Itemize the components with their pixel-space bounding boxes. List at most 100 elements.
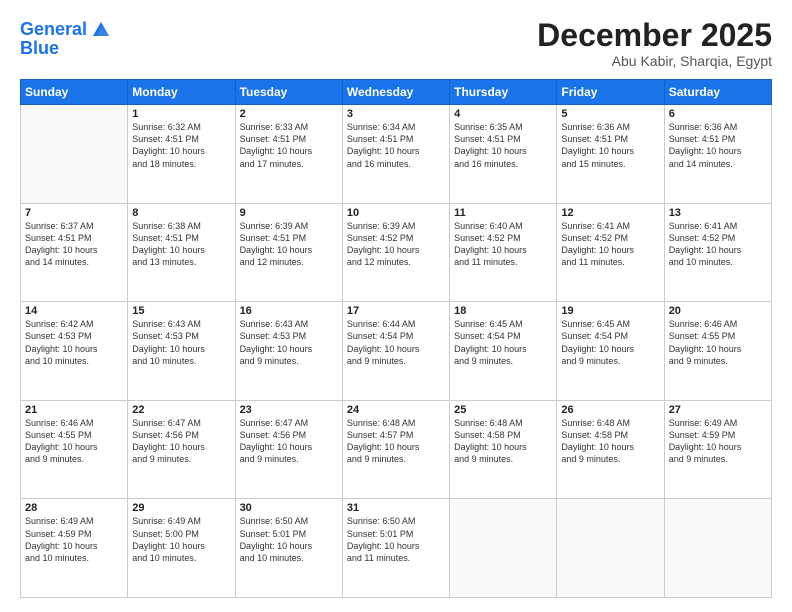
day-number: 7 xyxy=(25,207,123,219)
day-number: 31 xyxy=(347,502,445,514)
calendar-cell: 10Sunrise: 6:39 AM Sunset: 4:52 PM Dayli… xyxy=(342,203,449,302)
day-info: Sunrise: 6:48 AM Sunset: 4:58 PM Dayligh… xyxy=(561,417,659,466)
day-info: Sunrise: 6:35 AM Sunset: 4:51 PM Dayligh… xyxy=(454,121,552,170)
day-info: Sunrise: 6:47 AM Sunset: 4:56 PM Dayligh… xyxy=(132,417,230,466)
day-number: 28 xyxy=(25,502,123,514)
day-info: Sunrise: 6:47 AM Sunset: 4:56 PM Dayligh… xyxy=(240,417,338,466)
day-info: Sunrise: 6:36 AM Sunset: 4:51 PM Dayligh… xyxy=(669,121,767,170)
calendar-cell: 25Sunrise: 6:48 AM Sunset: 4:58 PM Dayli… xyxy=(450,400,557,499)
day-number: 2 xyxy=(240,108,338,120)
day-info: Sunrise: 6:46 AM Sunset: 4:55 PM Dayligh… xyxy=(669,318,767,367)
day-info: Sunrise: 6:43 AM Sunset: 4:53 PM Dayligh… xyxy=(132,318,230,367)
weekday-header: Friday xyxy=(557,80,664,105)
calendar-cell: 9Sunrise: 6:39 AM Sunset: 4:51 PM Daylig… xyxy=(235,203,342,302)
calendar-cell: 24Sunrise: 6:48 AM Sunset: 4:57 PM Dayli… xyxy=(342,400,449,499)
day-info: Sunrise: 6:34 AM Sunset: 4:51 PM Dayligh… xyxy=(347,121,445,170)
weekday-header: Sunday xyxy=(21,80,128,105)
day-number: 8 xyxy=(132,207,230,219)
calendar-cell: 2Sunrise: 6:33 AM Sunset: 4:51 PM Daylig… xyxy=(235,105,342,204)
calendar-cell: 21Sunrise: 6:46 AM Sunset: 4:55 PM Dayli… xyxy=(21,400,128,499)
calendar-cell xyxy=(450,499,557,598)
day-info: Sunrise: 6:41 AM Sunset: 4:52 PM Dayligh… xyxy=(561,220,659,269)
header: General Blue December 2025 Abu Kabir, Sh… xyxy=(20,18,772,69)
day-number: 27 xyxy=(669,404,767,416)
day-number: 11 xyxy=(454,207,552,219)
day-info: Sunrise: 6:37 AM Sunset: 4:51 PM Dayligh… xyxy=(25,220,123,269)
day-number: 16 xyxy=(240,305,338,317)
calendar-cell: 23Sunrise: 6:47 AM Sunset: 4:56 PM Dayli… xyxy=(235,400,342,499)
day-info: Sunrise: 6:43 AM Sunset: 4:53 PM Dayligh… xyxy=(240,318,338,367)
calendar-header-row: SundayMondayTuesdayWednesdayThursdayFrid… xyxy=(21,80,772,105)
day-number: 4 xyxy=(454,108,552,120)
day-info: Sunrise: 6:42 AM Sunset: 4:53 PM Dayligh… xyxy=(25,318,123,367)
day-number: 10 xyxy=(347,207,445,219)
day-number: 30 xyxy=(240,502,338,514)
day-info: Sunrise: 6:32 AM Sunset: 4:51 PM Dayligh… xyxy=(132,121,230,170)
logo: General Blue xyxy=(20,18,113,59)
calendar-cell: 4Sunrise: 6:35 AM Sunset: 4:51 PM Daylig… xyxy=(450,105,557,204)
day-number: 18 xyxy=(454,305,552,317)
day-number: 29 xyxy=(132,502,230,514)
calendar-cell: 26Sunrise: 6:48 AM Sunset: 4:58 PM Dayli… xyxy=(557,400,664,499)
title-block: December 2025 Abu Kabir, Sharqia, Egypt xyxy=(537,18,772,69)
calendar-week-row: 1Sunrise: 6:32 AM Sunset: 4:51 PM Daylig… xyxy=(21,105,772,204)
calendar-cell: 29Sunrise: 6:49 AM Sunset: 5:00 PM Dayli… xyxy=(128,499,235,598)
calendar-cell: 6Sunrise: 6:36 AM Sunset: 4:51 PM Daylig… xyxy=(664,105,771,204)
calendar-cell: 5Sunrise: 6:36 AM Sunset: 4:51 PM Daylig… xyxy=(557,105,664,204)
day-info: Sunrise: 6:41 AM Sunset: 4:52 PM Dayligh… xyxy=(669,220,767,269)
day-info: Sunrise: 6:49 AM Sunset: 4:59 PM Dayligh… xyxy=(669,417,767,466)
day-info: Sunrise: 6:48 AM Sunset: 4:57 PM Dayligh… xyxy=(347,417,445,466)
day-number: 26 xyxy=(561,404,659,416)
calendar-cell: 30Sunrise: 6:50 AM Sunset: 5:01 PM Dayli… xyxy=(235,499,342,598)
day-number: 17 xyxy=(347,305,445,317)
calendar-cell: 7Sunrise: 6:37 AM Sunset: 4:51 PM Daylig… xyxy=(21,203,128,302)
calendar-cell: 22Sunrise: 6:47 AM Sunset: 4:56 PM Dayli… xyxy=(128,400,235,499)
page: General Blue December 2025 Abu Kabir, Sh… xyxy=(0,0,792,612)
day-info: Sunrise: 6:44 AM Sunset: 4:54 PM Dayligh… xyxy=(347,318,445,367)
calendar-week-row: 14Sunrise: 6:42 AM Sunset: 4:53 PM Dayli… xyxy=(21,302,772,401)
day-number: 13 xyxy=(669,207,767,219)
calendar-cell: 8Sunrise: 6:38 AM Sunset: 4:51 PM Daylig… xyxy=(128,203,235,302)
day-info: Sunrise: 6:45 AM Sunset: 4:54 PM Dayligh… xyxy=(561,318,659,367)
day-info: Sunrise: 6:38 AM Sunset: 4:51 PM Dayligh… xyxy=(132,220,230,269)
weekday-header: Wednesday xyxy=(342,80,449,105)
weekday-header: Tuesday xyxy=(235,80,342,105)
day-number: 3 xyxy=(347,108,445,120)
calendar-week-row: 7Sunrise: 6:37 AM Sunset: 4:51 PM Daylig… xyxy=(21,203,772,302)
day-info: Sunrise: 6:33 AM Sunset: 4:51 PM Dayligh… xyxy=(240,121,338,170)
day-info: Sunrise: 6:46 AM Sunset: 4:55 PM Dayligh… xyxy=(25,417,123,466)
calendar-week-row: 28Sunrise: 6:49 AM Sunset: 4:59 PM Dayli… xyxy=(21,499,772,598)
day-number: 14 xyxy=(25,305,123,317)
day-info: Sunrise: 6:48 AM Sunset: 4:58 PM Dayligh… xyxy=(454,417,552,466)
calendar-cell: 27Sunrise: 6:49 AM Sunset: 4:59 PM Dayli… xyxy=(664,400,771,499)
day-info: Sunrise: 6:50 AM Sunset: 5:01 PM Dayligh… xyxy=(240,515,338,564)
calendar-cell: 20Sunrise: 6:46 AM Sunset: 4:55 PM Dayli… xyxy=(664,302,771,401)
calendar-cell: 1Sunrise: 6:32 AM Sunset: 4:51 PM Daylig… xyxy=(128,105,235,204)
day-info: Sunrise: 6:49 AM Sunset: 5:00 PM Dayligh… xyxy=(132,515,230,564)
month-title: December 2025 xyxy=(537,18,772,53)
calendar-cell: 12Sunrise: 6:41 AM Sunset: 4:52 PM Dayli… xyxy=(557,203,664,302)
day-number: 22 xyxy=(132,404,230,416)
calendar-cell: 15Sunrise: 6:43 AM Sunset: 4:53 PM Dayli… xyxy=(128,302,235,401)
day-info: Sunrise: 6:39 AM Sunset: 4:52 PM Dayligh… xyxy=(347,220,445,269)
day-number: 20 xyxy=(669,305,767,317)
day-number: 12 xyxy=(561,207,659,219)
calendar-cell: 13Sunrise: 6:41 AM Sunset: 4:52 PM Dayli… xyxy=(664,203,771,302)
calendar-cell: 14Sunrise: 6:42 AM Sunset: 4:53 PM Dayli… xyxy=(21,302,128,401)
calendar-cell xyxy=(557,499,664,598)
day-info: Sunrise: 6:36 AM Sunset: 4:51 PM Dayligh… xyxy=(561,121,659,170)
calendar-table: SundayMondayTuesdayWednesdayThursdayFrid… xyxy=(20,79,772,598)
calendar-cell: 17Sunrise: 6:44 AM Sunset: 4:54 PM Dayli… xyxy=(342,302,449,401)
logo-icon xyxy=(89,18,113,42)
day-info: Sunrise: 6:39 AM Sunset: 4:51 PM Dayligh… xyxy=(240,220,338,269)
location: Abu Kabir, Sharqia, Egypt xyxy=(537,53,772,69)
day-number: 1 xyxy=(132,108,230,120)
day-number: 24 xyxy=(347,404,445,416)
day-number: 5 xyxy=(561,108,659,120)
calendar-cell xyxy=(21,105,128,204)
calendar-week-row: 21Sunrise: 6:46 AM Sunset: 4:55 PM Dayli… xyxy=(21,400,772,499)
calendar-cell: 11Sunrise: 6:40 AM Sunset: 4:52 PM Dayli… xyxy=(450,203,557,302)
weekday-header: Monday xyxy=(128,80,235,105)
day-number: 21 xyxy=(25,404,123,416)
day-number: 23 xyxy=(240,404,338,416)
